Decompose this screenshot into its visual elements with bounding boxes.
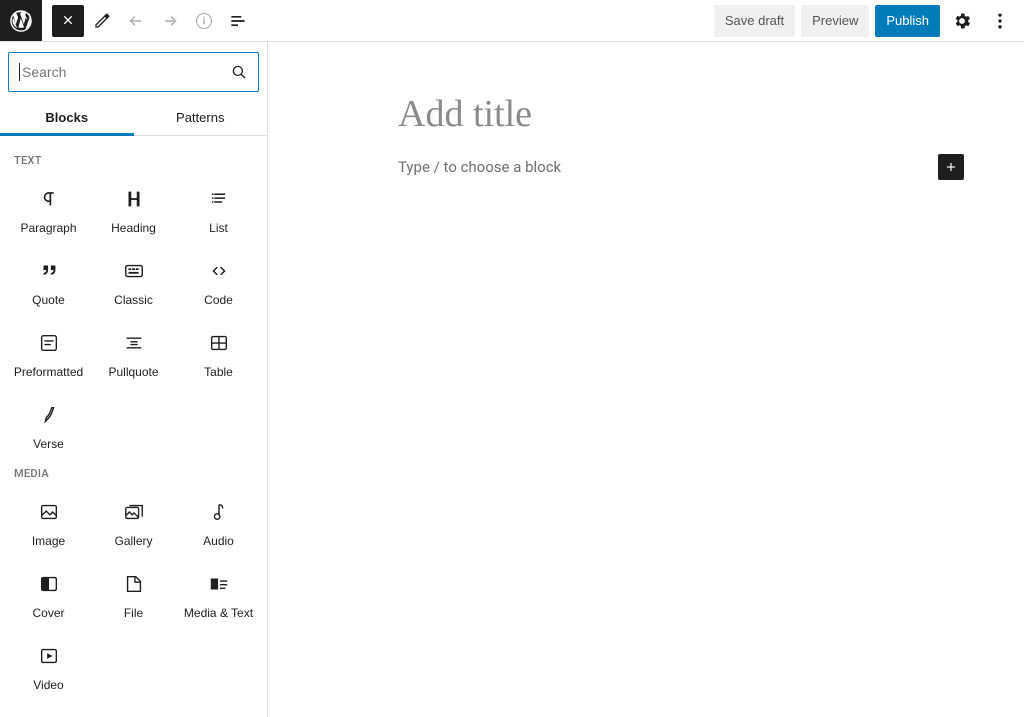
audio-icon xyxy=(207,500,231,524)
pencil-icon xyxy=(92,11,112,31)
pullquote-icon xyxy=(122,331,146,355)
block-item-media-text[interactable]: Media & Text xyxy=(176,558,261,630)
default-block-appender[interactable]: Type / to choose a block xyxy=(398,158,926,176)
block-item-label: Heading xyxy=(111,221,156,235)
more-options-button[interactable] xyxy=(984,5,1016,37)
block-item-heading[interactable]: Heading xyxy=(91,173,176,245)
details-button[interactable] xyxy=(188,5,220,37)
block-item-label: Quote xyxy=(32,293,65,307)
undo-icon xyxy=(126,11,146,31)
blocks-list: TEXT Paragraph Heading List Quote Classic Code… xyxy=(0,136,267,717)
redo-icon xyxy=(160,11,180,31)
block-item-label: Image xyxy=(32,534,65,548)
info-icon xyxy=(194,11,214,31)
settings-button[interactable] xyxy=(946,5,978,37)
block-search[interactable] xyxy=(8,52,259,92)
block-item-preformatted[interactable]: Preformatted xyxy=(6,317,91,389)
category-label: MEDIA xyxy=(6,461,261,486)
block-item-classic[interactable]: Classic xyxy=(91,245,176,317)
save-draft-button[interactable]: Save draft xyxy=(714,5,795,37)
heading-icon xyxy=(122,187,146,211)
search-icon xyxy=(230,63,248,81)
code-icon xyxy=(207,259,231,283)
search-input[interactable] xyxy=(20,63,230,81)
block-item-image[interactable]: Image xyxy=(6,486,91,558)
gallery-icon xyxy=(122,500,146,524)
list-icon xyxy=(207,187,231,211)
verse-icon xyxy=(37,403,61,427)
block-item-code[interactable]: Code xyxy=(176,245,261,317)
block-item-quote[interactable]: Quote xyxy=(6,245,91,317)
tools-button[interactable] xyxy=(86,5,118,37)
media-text-icon xyxy=(207,572,231,596)
file-icon xyxy=(122,572,146,596)
block-item-audio[interactable]: Audio xyxy=(176,486,261,558)
category-label: TEXT xyxy=(6,148,261,173)
block-item-file[interactable]: File xyxy=(91,558,176,630)
block-item-label: Cover xyxy=(32,606,64,620)
block-item-gallery[interactable]: Gallery xyxy=(91,486,176,558)
outline-button[interactable] xyxy=(222,5,254,37)
plus-icon xyxy=(944,158,958,176)
block-item-cover[interactable]: Cover xyxy=(6,558,91,630)
block-item-label: Verse xyxy=(33,437,64,451)
cover-icon xyxy=(37,572,61,596)
block-item-label: Media & Text xyxy=(184,606,253,620)
block-item-pullquote[interactable]: Pullquote xyxy=(91,317,176,389)
tab-blocks[interactable]: Blocks xyxy=(0,100,134,135)
inserter-tabs: Blocks Patterns xyxy=(0,100,267,136)
table-icon xyxy=(207,331,231,355)
undo-button[interactable] xyxy=(120,5,152,37)
block-item-paragraph[interactable]: Paragraph xyxy=(6,173,91,245)
block-item-label: Paragraph xyxy=(20,221,76,235)
add-block-button[interactable] xyxy=(938,154,964,180)
post-title-input[interactable]: Add title xyxy=(398,92,964,136)
block-item-table[interactable]: Table xyxy=(176,317,261,389)
block-item-label: Gallery xyxy=(114,534,152,548)
quote-icon xyxy=(37,259,61,283)
preview-button[interactable]: Preview xyxy=(801,5,869,37)
video-icon xyxy=(37,644,61,668)
block-item-label: Audio xyxy=(203,534,234,548)
tab-patterns[interactable]: Patterns xyxy=(134,100,268,135)
editor-canvas: Add title Type / to choose a block xyxy=(268,42,1024,717)
wordpress-logo[interactable] xyxy=(0,0,42,41)
paragraph-icon xyxy=(37,187,61,211)
block-item-label: Table xyxy=(204,365,233,379)
block-item-label: Code xyxy=(204,293,233,307)
block-item-video[interactable]: Video xyxy=(6,630,91,702)
redo-button[interactable] xyxy=(154,5,186,37)
close-inserter-button[interactable] xyxy=(52,5,84,37)
block-item-list[interactable]: List xyxy=(176,173,261,245)
preformatted-icon xyxy=(37,331,61,355)
block-item-label: Preformatted xyxy=(14,365,83,379)
block-item-verse[interactable]: Verse xyxy=(6,389,91,461)
block-inserter-panel: Blocks Patterns TEXT Paragraph Heading List… xyxy=(0,42,268,717)
list-view-icon xyxy=(228,11,248,31)
block-item-label: List xyxy=(209,221,228,235)
classic-icon xyxy=(122,259,146,283)
block-item-label: File xyxy=(124,606,143,620)
topbar: Save draft Preview Publish xyxy=(0,0,1024,42)
image-icon xyxy=(37,500,61,524)
block-item-label: Pullquote xyxy=(108,365,158,379)
publish-button[interactable]: Publish xyxy=(875,5,940,37)
gear-icon xyxy=(952,10,972,32)
block-item-label: Classic xyxy=(114,293,153,307)
block-item-label: Video xyxy=(33,678,63,692)
ellipsis-vertical-icon xyxy=(990,11,1010,31)
